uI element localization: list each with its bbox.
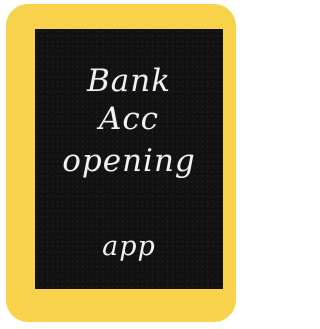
title-line-acc: Acc [98,101,160,137]
chalkboard-cover[interactable]: Bank Acc opening app [35,29,223,289]
title-line-app: app [102,231,156,262]
title-line-opening: opening [62,143,196,179]
title-line-bank: Bank [86,63,171,99]
